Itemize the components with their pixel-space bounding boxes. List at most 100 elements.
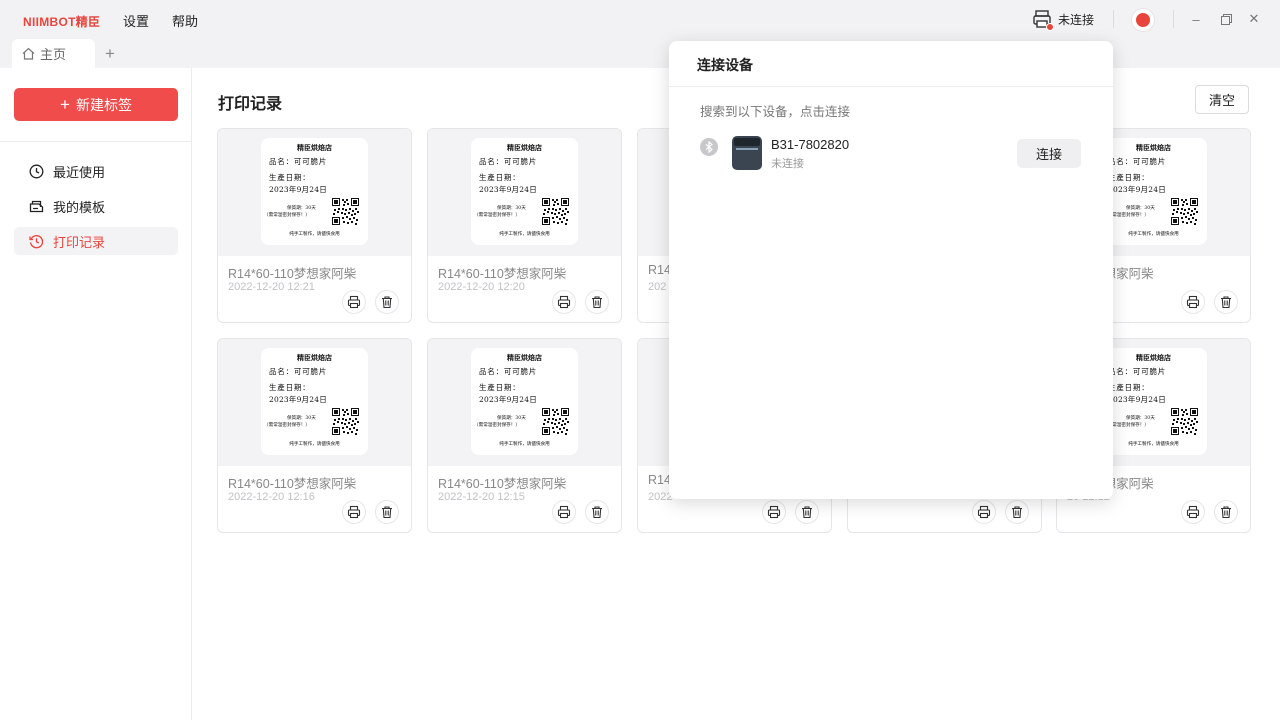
qr-code-icon xyxy=(332,198,359,225)
trash-icon xyxy=(802,506,812,519)
printer-icon xyxy=(1186,295,1200,309)
delete-button[interactable] xyxy=(585,500,609,524)
minimize-icon[interactable]: – xyxy=(1189,12,1203,27)
sidebar-item-label: 打印记录 xyxy=(53,234,106,250)
label-paper: 精臣烘焙店品名：可可脆片生產日期：2023年9月24日保質期：30天（需常温密封… xyxy=(1100,348,1207,455)
trash-icon xyxy=(592,506,602,519)
label-date: 2023年9月24日 xyxy=(269,395,327,404)
title-bar: NIIMBOT精臣 设置 帮助 未连接 – ✕ xyxy=(0,0,1280,39)
delete-button[interactable] xyxy=(375,290,399,314)
menu-settings[interactable]: 设置 xyxy=(123,11,149,30)
record-date: 202 xyxy=(648,281,667,293)
label-storage: （需常温密封保存！） xyxy=(264,423,310,428)
tab-home[interactable]: 主页 xyxy=(12,39,95,68)
label-storage: （需常温密封保存！） xyxy=(474,213,520,218)
close-icon[interactable]: ✕ xyxy=(1247,11,1261,26)
record-card[interactable]: 精臣烘焙店品名：可可脆片生產日期： 2023年9月24日保質期：30天 （需常温密封… xyxy=(217,128,412,323)
bluetooth-icon xyxy=(700,138,718,156)
print-button[interactable] xyxy=(552,500,576,524)
device-status: 未连接 xyxy=(771,158,804,170)
divider xyxy=(1173,10,1174,28)
label-shelf-life: 保質期：30天 xyxy=(1126,416,1155,421)
print-button[interactable] xyxy=(972,500,996,524)
trash-icon xyxy=(1221,296,1231,309)
printer-icon xyxy=(1032,9,1054,31)
trash-icon xyxy=(382,296,392,309)
printer-icon xyxy=(557,295,571,309)
label-footer: 纯手工製作，请儘快食用 xyxy=(289,442,340,447)
record-card[interactable]: 精臣烘焙店品名：可可脆片生產日期： 2023年9月24日保質期：30天 （需常温密封… xyxy=(427,338,622,533)
sidebar-item-templates[interactable]: 我的模板 xyxy=(14,192,178,220)
avatar[interactable] xyxy=(1131,8,1155,32)
sidebar-item-print-history[interactable]: 打印记录 xyxy=(14,227,178,255)
delete-button[interactable] xyxy=(1214,290,1238,314)
disconnected-badge-icon xyxy=(1046,23,1054,31)
trash-icon xyxy=(382,506,392,519)
label-date: 2023年9月24日 xyxy=(479,185,537,194)
record-date: 2022-12-20 12:16 xyxy=(228,491,315,503)
niimbot-logo: NIIMBOT精臣 xyxy=(23,15,101,29)
sidebar-item-label: 我的模板 xyxy=(53,199,106,215)
label-footer: 纯手工製作，请儘快食用 xyxy=(499,442,550,447)
add-tab-button[interactable]: + xyxy=(105,44,115,64)
label-footer: 纯手工製作，请儘快食用 xyxy=(1128,232,1179,237)
record-name: R14*60-110梦想家阿柴 xyxy=(228,267,357,281)
device-name: B31-7802820 xyxy=(771,137,850,152)
label-paper: 精臣烘焙店品名：可可脆片生產日期：2023年9月24日保質期：30天（需常温密封… xyxy=(261,138,368,245)
printer-icon xyxy=(347,295,361,309)
printer-device-image xyxy=(732,136,762,170)
label-storage: （需常温密封保存！） xyxy=(474,423,520,428)
label-product: 品名：可可脆片 xyxy=(479,367,538,376)
label-product: 品名：可可脆片 xyxy=(479,157,538,166)
printer-status[interactable]: 未连接 xyxy=(1032,9,1094,31)
print-button[interactable] xyxy=(342,290,366,314)
print-button[interactable] xyxy=(762,500,786,524)
qr-code-icon xyxy=(1171,198,1198,225)
delete-button[interactable] xyxy=(1005,500,1029,524)
printer-icon xyxy=(767,505,781,519)
record-card[interactable]: 精臣烘焙店品名：可可脆片生產日期： 2023年9月24日保質期：30天 （需常温密封… xyxy=(427,128,622,323)
record-card[interactable]: 精臣烘焙店品名：可可脆片生產日期： 2023年9月24日保質期：30天 （需常温密封… xyxy=(217,338,412,533)
menu-help[interactable]: 帮助 xyxy=(172,11,198,30)
connect-device-popup: 连接设备 搜索到以下设备，点击连接 B31-7802820 未连接 连接 xyxy=(669,41,1113,499)
label-date: 2023年9月24日 xyxy=(269,185,327,194)
delete-button[interactable] xyxy=(795,500,819,524)
label-date-label: 生產日期： xyxy=(479,383,521,392)
sidebar: + 新建标签 最近使用 我的模板 打印记录 xyxy=(0,68,192,720)
label-product: 品名：可可脆片 xyxy=(1108,157,1167,166)
label-shop: 精臣烘焙店 xyxy=(297,143,332,152)
label-footer: 纯手工製作，请儘快食用 xyxy=(289,232,340,237)
plus-icon: + xyxy=(60,95,70,114)
label-date-label: 生產日期： xyxy=(479,173,521,182)
sidebar-item-recent[interactable]: 最近使用 xyxy=(14,157,178,185)
tab-home-label: 主页 xyxy=(40,47,67,62)
delete-button[interactable] xyxy=(585,290,609,314)
connect-button[interactable]: 连接 xyxy=(1017,139,1081,168)
avatar-logo-icon xyxy=(1136,13,1150,27)
clear-button[interactable]: 清空 xyxy=(1195,85,1249,114)
label-date-label: 生產日期： xyxy=(1108,173,1150,182)
label-paper: 精臣烘焙店品名：可可脆片生產日期：2023年9月24日保質期：30天（需常温密封… xyxy=(471,138,578,245)
page-title: 打印记录 xyxy=(218,96,283,113)
label-date: 2023年9月24日 xyxy=(1108,185,1166,194)
label-paper: 精臣烘焙店品名：可可脆片生產日期：2023年9月24日保質期：30天（需常温密封… xyxy=(261,348,368,455)
delete-button[interactable] xyxy=(375,500,399,524)
delete-button[interactable] xyxy=(1214,500,1238,524)
clock-icon xyxy=(29,164,44,178)
label-shop: 精臣烘焙店 xyxy=(1136,143,1171,152)
home-icon xyxy=(22,47,35,60)
trash-icon xyxy=(1221,506,1231,519)
label-paper: 精臣烘焙店品名：可可脆片生產日期：2023年9月24日保質期：30天（需常温密封… xyxy=(1100,138,1207,245)
trash-icon xyxy=(592,296,602,309)
print-button[interactable] xyxy=(552,290,576,314)
print-button[interactable] xyxy=(342,500,366,524)
label-date-label: 生產日期： xyxy=(269,173,311,182)
printer-icon xyxy=(977,505,991,519)
label-footer: 纯手工製作，请儘快食用 xyxy=(499,232,550,237)
label-date: 2023年9月24日 xyxy=(479,395,537,404)
print-button[interactable] xyxy=(1181,500,1205,524)
print-button[interactable] xyxy=(1181,290,1205,314)
qr-code-icon xyxy=(1171,408,1198,435)
new-label-button[interactable]: + 新建标签 xyxy=(14,88,178,121)
restore-icon[interactable] xyxy=(1219,12,1233,26)
